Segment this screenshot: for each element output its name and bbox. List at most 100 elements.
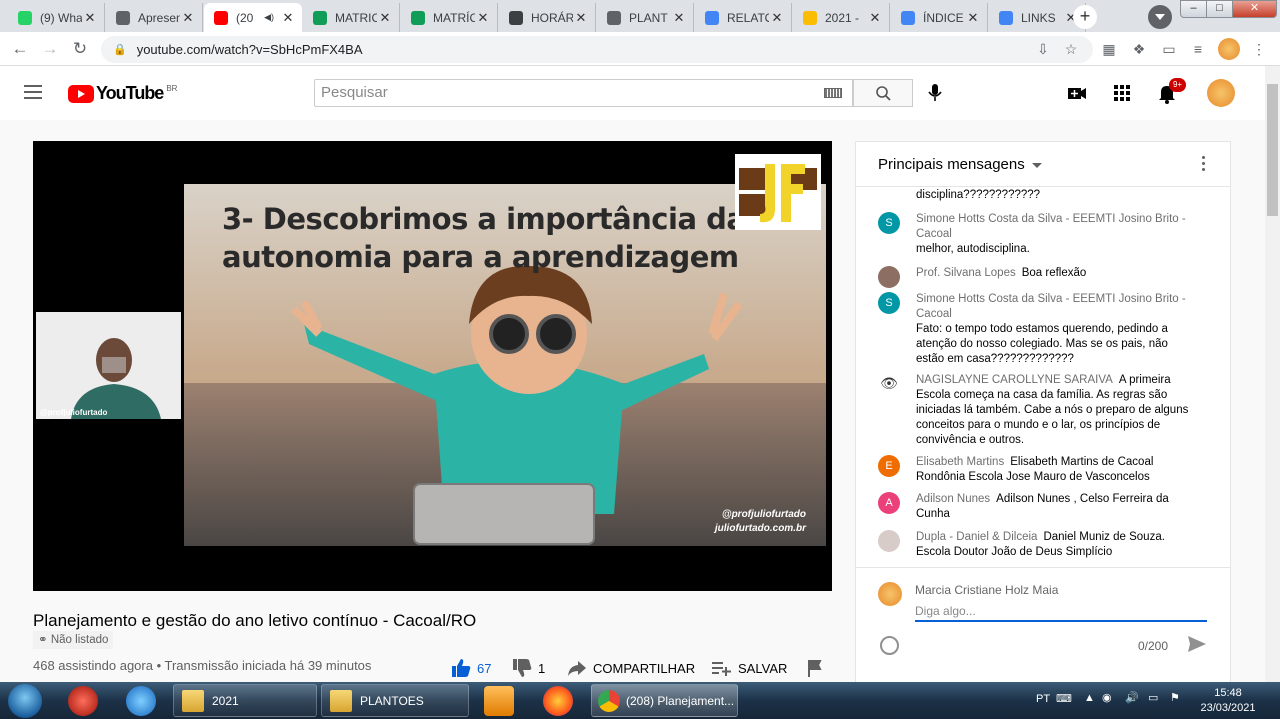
tab-search-button[interactable] [1148,5,1172,29]
dislike-button[interactable]: 1 [511,658,545,678]
tab-7[interactable]: RELATO✕ [695,3,792,32]
tab-10[interactable]: LINKS ✕ [989,3,1086,32]
tab-9[interactable]: ÍNDICE ✕ [891,3,988,32]
video-player[interactable]: @profjuliofurtado 3- Descobrimos a impor… [33,141,832,591]
search-input[interactable]: Pesquisar [314,79,853,107]
display-tray-icon[interactable]: ▭ [1148,691,1158,704]
language-indicator[interactable]: PT [1036,693,1050,705]
apps-grid-icon[interactable]: ▦ [1100,40,1118,58]
app-red-icon[interactable] [68,686,98,716]
page-scrollbar[interactable] [1265,66,1280,682]
tab-2[interactable]: (20 ◀) ✕ [204,3,302,32]
new-tab-button[interactable]: + [1073,5,1097,29]
extensions-icon[interactable]: ❖ [1130,40,1148,58]
action-center-flag-icon[interactable]: ⚑ [1170,691,1180,704]
profile-avatar-icon[interactable] [1218,38,1240,60]
close-window-button[interactable]: ✕ [1232,0,1277,18]
notification-count-badge: 9+ [1169,78,1186,92]
tab-label: ÍNDICE [923,10,964,25]
clock-date: 23/03/2021 [1200,702,1256,714]
user-avatar[interactable] [1207,79,1235,107]
tab-close-icon[interactable]: ✕ [82,10,98,26]
tab-close-icon[interactable]: ✕ [280,10,296,26]
watch-page: @profjuliofurtado 3- Descobrimos a impor… [0,120,1265,703]
show-hidden-icons-icon[interactable]: ▲ [1084,692,1095,704]
chevron-down-icon[interactable] [1032,163,1042,168]
tab-5[interactable]: HORÁR ✕ [499,3,596,32]
tab-8[interactable]: 2021 - ✕ [793,3,890,32]
internet-explorer-icon[interactable] [126,686,156,716]
tab-label: LINKS [1021,10,1056,25]
audio-playing-icon[interactable]: ◀) [264,12,274,23]
maximize-button[interactable]: □ [1206,0,1233,18]
tab-1[interactable]: Apresen ✕ [106,3,203,32]
report-flag-button[interactable] [806,658,824,678]
docs-icon [999,10,1013,25]
jf-logo [735,154,821,230]
docs-icon [705,10,719,25]
tab-close-icon[interactable]: ✕ [965,10,981,26]
hamburger-menu-icon[interactable] [24,85,42,99]
taskbar-chrome-window[interactable]: (208) Planejament... [591,684,738,717]
tab-close-icon[interactable]: ✕ [377,10,393,26]
share-button[interactable]: COMPARTILHAR [566,658,695,678]
author-name: Elisabeth Martins [916,456,1005,468]
address-bar[interactable]: 🔒 youtube.com/watch?v=SbHcPmFX4BA [101,36,1093,63]
page-scrollbar-thumb[interactable] [1267,84,1278,216]
live-chat-panel: Principais mensagens disciplina?????????… [855,141,1231,703]
slide-title: 3- Descobrimos a importância da autonomi… [222,202,746,274]
tab-3[interactable]: MATRIC ✕ [303,3,400,32]
search-button[interactable] [853,79,913,107]
tab-close-icon[interactable]: ✕ [867,10,883,26]
chrome-icon [598,689,620,712]
chat-message-list: disciplina???????????? S Simone Hotts Co… [856,187,1230,567]
start-button[interactable] [8,684,42,718]
tab-close-icon[interactable]: ✕ [180,10,196,26]
apps-icon[interactable] [1111,82,1133,104]
send-icon[interactable] [1186,634,1208,654]
keyboard-tray-icon[interactable]: ⌨ [1056,692,1072,705]
youtube-logo[interactable]: YouTube BR [68,83,177,104]
tab-close-icon[interactable]: ✕ [475,10,491,26]
emoji-icon[interactable] [880,636,899,655]
volume-icon[interactable]: 🔊 [1125,691,1139,704]
forward-icon[interactable]: → [39,38,61,60]
presentation-slide: 3- Descobrimos a importância da autonomi… [184,184,826,546]
save-button[interactable]: SALVAR [711,658,787,678]
install-icon[interactable]: ⇩ [1034,40,1052,58]
dislike-count: 1 [538,660,546,676]
folder-icon [330,689,352,712]
cast-icon[interactable]: ▭ [1160,40,1178,58]
firefox-icon[interactable] [543,686,573,716]
author-avatar: E [878,455,900,477]
taskbar-folder-2021[interactable]: 2021 [173,684,317,717]
chat-mode-title[interactable]: Principais mensagens [878,156,1025,173]
chat-message-input[interactable]: Diga algo... [915,602,1207,622]
bookmark-star-icon[interactable]: ☆ [1062,40,1080,58]
create-video-icon[interactable] [1066,82,1088,104]
media-queue-icon[interactable]: ≡ [1189,40,1207,58]
back-icon[interactable]: ← [9,38,31,60]
tab-4[interactable]: MATRÍC ✕ [401,3,498,32]
microphone-icon[interactable] [925,82,945,104]
network-tray-icon[interactable]: ◉ [1102,691,1112,704]
tab-close-icon[interactable]: ✕ [671,10,687,26]
taskbar-folder-plantoes[interactable]: PLANTOES [321,684,469,717]
tab-close-icon[interactable]: ✕ [769,10,785,26]
minimize-button[interactable]: – [1180,0,1207,18]
tab-0[interactable]: (9) Wha ✕ [8,3,105,32]
whatsapp-icon [18,10,32,25]
reload-icon[interactable]: ↻ [69,38,91,60]
more-options-icon[interactable] [1202,156,1206,172]
media-player-icon[interactable] [484,686,514,716]
tab-close-icon[interactable]: ✕ [573,10,589,26]
tab-label: MATRÍC [433,10,475,25]
chat-message: 👁 NAGISLAYNE CAROLLYNE SARAIVA A primeira… [878,373,1193,448]
keyboard-icon[interactable] [824,88,842,98]
menu-dots-icon[interactable]: ⋮ [1250,40,1268,58]
clock[interactable]: 15:48 23/03/2021 [1196,686,1260,716]
youtube-play-icon [68,84,94,103]
windows-taskbar: 2021 PLANTOES (208) Planejament... PT ⌨ … [0,682,1280,719]
tab-6[interactable]: PLANT ✕ [597,3,694,32]
like-button[interactable]: 67 [450,658,491,678]
